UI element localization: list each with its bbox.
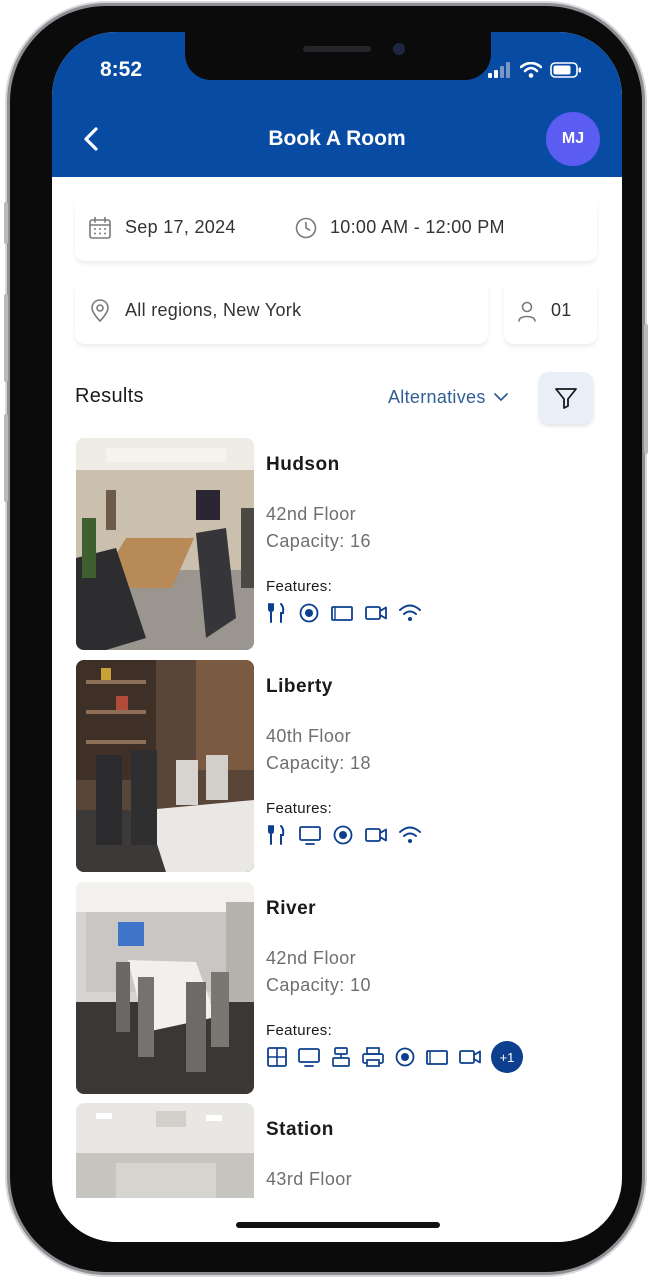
whiteboard-icon [267,1047,287,1067]
person-icon [518,301,536,322]
phone-icon [332,1047,350,1067]
phone-frame: 8:52 Book A Room MJ Sep 17, 2024 10:00 A… [4,6,648,1272]
volume-down-button [4,414,8,502]
catering-icon [268,825,285,845]
room-name: Station [266,1119,334,1140]
features-list [266,600,422,626]
results-heading: Results [75,385,144,407]
video-icon [365,828,387,842]
room-capacity: Capacity: 10 [266,975,371,995]
projector-icon [395,1047,415,1067]
features-label: Features: [266,578,333,595]
cellular-icon [488,62,510,78]
room-photo [76,1103,254,1198]
filter-button[interactable] [539,372,593,424]
location-pin-icon [91,299,109,323]
date-time-card[interactable]: Sep 17, 2024 10:00 AM - 12:00 PM [75,195,597,261]
page-title: Book A Room [268,127,406,150]
room-photo [76,438,254,650]
room-floor: 42nd Floor [266,948,357,968]
room-name: Liberty [266,676,333,697]
video-icon [459,1050,481,1064]
location-value: All regions, New York [125,300,302,320]
silent-switch [4,202,8,244]
date-value: Sep 17, 2024 [125,217,236,237]
wifi-status-icon [520,62,542,78]
room-card-river[interactable]: River 42nd Floor Capacity: 10 Features: … [76,882,596,1094]
location-card[interactable]: All regions, New York [75,278,488,344]
room-capacity: Capacity: 18 [266,753,371,773]
notch [185,32,491,80]
speaker [303,46,371,52]
room-card-liberty[interactable]: Liberty 40th Floor Capacity: 18 Features… [76,660,596,872]
wifi-icon [399,826,421,843]
time-range-value: 10:00 AM - 12:00 PM [330,217,505,237]
alternatives-label: Alternatives [388,387,486,407]
calendar-icon [89,216,111,239]
front-camera [393,43,405,55]
room-photo [76,882,254,1094]
more-features-badge[interactable]: +1 [491,1041,523,1073]
features-list: +1 [266,1041,523,1073]
features-list [266,822,422,848]
home-indicator[interactable] [236,1222,440,1228]
avatar[interactable]: MJ [546,112,600,166]
attendees-value: 01 [551,300,572,320]
bottom-safe-area [52,1198,622,1242]
catering-icon [268,603,285,623]
wifi-icon [399,604,421,621]
power-button [644,324,648,454]
monitor-icon [298,1048,320,1067]
attendees-card[interactable]: 01 [504,278,597,344]
room-capacity: Capacity: 16 [266,531,371,551]
projector-icon [333,825,353,845]
battery-icon [550,62,581,78]
display-icon [426,1050,448,1065]
monitor-icon [299,826,321,845]
projector-icon [299,603,319,623]
alternatives-dropdown[interactable]: Alternatives [388,387,509,408]
status-time: 8:52 [100,58,143,81]
room-name: Hudson [266,454,340,475]
status-icons [488,62,582,78]
room-floor: 43rd Floor [266,1169,353,1189]
display-icon [331,606,353,621]
app-header: 8:52 Book A Room MJ [52,32,622,177]
screen: 8:52 Book A Room MJ Sep 17, 2024 10:00 A… [52,32,622,1242]
video-icon [365,606,387,620]
room-card-hudson[interactable]: Hudson 42nd Floor Capacity: 16 Features: [76,438,596,650]
clock-icon [295,217,317,239]
room-photo [76,660,254,872]
printer-icon [362,1047,384,1067]
features-label: Features: [266,1022,333,1039]
room-floor: 40th Floor [266,726,352,746]
features-label: Features: [266,800,333,817]
volume-up-button [4,294,8,382]
chevron-down-icon [494,393,508,401]
room-name: River [266,898,317,919]
filter-icon [555,388,577,409]
room-floor: 42nd Floor [266,504,357,524]
